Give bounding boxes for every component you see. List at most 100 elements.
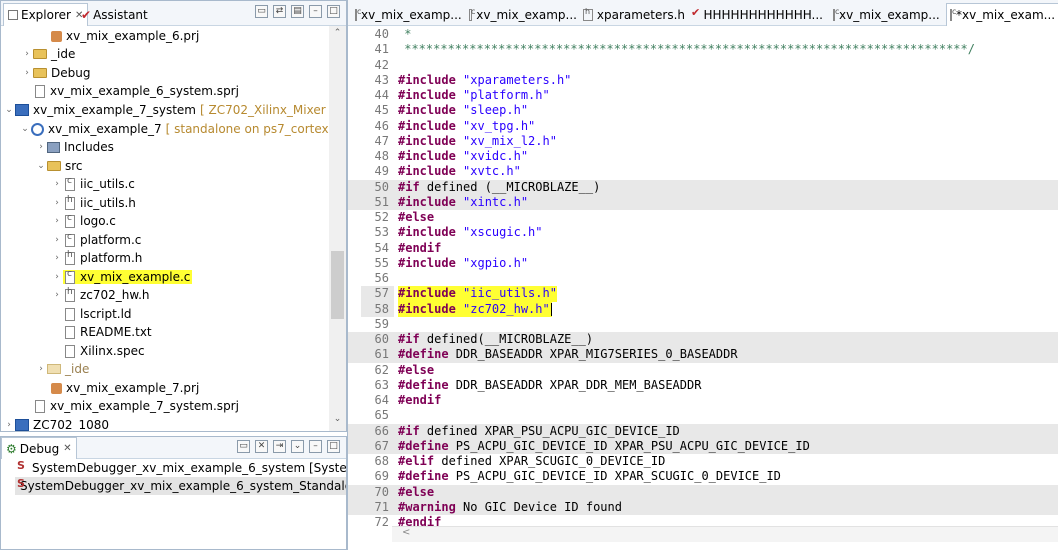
code-line[interactable]: 54 #endif bbox=[348, 241, 1058, 256]
tab-assistant[interactable]: ✔ Assistant bbox=[77, 3, 152, 26]
expand-arrow-icon[interactable]: › bbox=[51, 179, 63, 189]
code-line[interactable]: 57 #include "iic_utils.h" bbox=[348, 286, 1058, 302]
code-line[interactable]: 51 #include "xintc.h" bbox=[348, 194, 1058, 210]
tree-item[interactable]: › platform.c bbox=[51, 231, 141, 249]
code-line[interactable]: 46 #include "xv_tpg.h" bbox=[348, 119, 1058, 134]
code-line[interactable]: 56 bbox=[348, 271, 1058, 286]
tree-item[interactable]: README.txt bbox=[51, 323, 152, 341]
minimize-icon[interactable]: – bbox=[309, 5, 322, 18]
code-line[interactable]: 49 #include "xvtc.h" bbox=[348, 164, 1058, 179]
code-line[interactable]: 64 #endif bbox=[348, 393, 1058, 408]
tree-item[interactable]: › logo.c bbox=[51, 212, 116, 230]
expand-arrow-icon[interactable]: › bbox=[21, 68, 33, 78]
code-line[interactable]: 50 #if defined (__MICROBLAZE__) bbox=[348, 179, 1058, 195]
code-line[interactable]: 48 #include "xvidc.h" bbox=[348, 149, 1058, 164]
expand-arrow-icon[interactable]: › bbox=[51, 235, 63, 245]
code-line[interactable]: 43 #include "xparameters.h" bbox=[348, 73, 1058, 88]
code-line[interactable]: 58 #include "zc702_hw.h" bbox=[348, 301, 1058, 317]
code-line[interactable]: 53 #include "xscugic.h" bbox=[348, 225, 1058, 240]
tree-item[interactable]: › _ide bbox=[21, 45, 75, 63]
scroll-up-icon[interactable]: ⌃ bbox=[329, 28, 346, 42]
tree-item[interactable]: ⌄ xv_mix_example_7 [ standalone on ps7_c… bbox=[19, 120, 329, 138]
editor-tab[interactable]: xv_mix_examp... bbox=[352, 3, 462, 26]
tree-item[interactable]: › zc702_hw.h bbox=[51, 286, 149, 304]
code-line[interactable]: 42 bbox=[348, 58, 1058, 73]
code-line[interactable]: 52 #else bbox=[348, 210, 1058, 225]
close-icon[interactable]: ✕ bbox=[63, 443, 71, 454]
code-line[interactable]: 70 #else bbox=[348, 484, 1058, 500]
code-line[interactable]: 69 #define PS_ACPU_GIC_DEVICE_ID XPAR_SCU… bbox=[348, 469, 1058, 484]
code-line[interactable]: 71 #warning No GIC Device ID found bbox=[348, 499, 1058, 515]
step-icon[interactable]: ⇥ bbox=[273, 440, 286, 453]
link-with-editor-icon[interactable]: ⇄ bbox=[273, 5, 286, 18]
expand-arrow-icon[interactable]: › bbox=[51, 216, 63, 226]
expand-arrow-icon[interactable]: › bbox=[35, 364, 47, 374]
tab-explorer[interactable]: Explorer ✕ bbox=[3, 3, 89, 26]
debug-session-item[interactable]: SystemDebugger_xv_mix_example_6_system [… bbox=[17, 459, 346, 477]
expand-arrow-icon[interactable]: › bbox=[51, 253, 63, 263]
expand-arrow-icon[interactable]: › bbox=[3, 420, 15, 430]
maximize-icon[interactable]: □ bbox=[327, 440, 340, 453]
collapse-all-icon[interactable]: ▭ bbox=[255, 5, 268, 18]
collapse-all-icon[interactable]: ▭ bbox=[237, 440, 250, 453]
tree-item-selected[interactable]: › xv_mix_example.c bbox=[51, 268, 193, 286]
expand-arrow-icon[interactable]: › bbox=[21, 49, 33, 59]
remove-terminated-icon[interactable]: ✕ bbox=[255, 440, 268, 453]
explorer-vertical-scrollbar[interactable]: ⌃ ⌄ bbox=[329, 26, 346, 431]
view-menu-icon[interactable]: ⌄ bbox=[291, 440, 304, 453]
line-number: 52 bbox=[374, 210, 389, 224]
code-line[interactable]: 60 #if defined(__MICROBLAZE__) bbox=[348, 332, 1058, 348]
expand-arrow-icon[interactable]: › bbox=[51, 198, 63, 208]
expand-arrow-icon[interactable]: › bbox=[51, 272, 63, 282]
tab-debug[interactable]: ⚙ Debug ✕ bbox=[1, 437, 77, 459]
scrollbar-thumb[interactable] bbox=[331, 251, 344, 319]
tree-item[interactable]: › ZC702_1080 bbox=[3, 416, 109, 431]
tree-item[interactable]: Xilinx.spec bbox=[51, 342, 145, 360]
code-line[interactable]: 65 bbox=[348, 408, 1058, 423]
expand-arrow-icon[interactable]: ⌄ bbox=[3, 105, 15, 115]
code-line[interactable]: 67 #define PS_ACPU_GIC_DEVICE_ID XPAR_PSU… bbox=[348, 438, 1058, 454]
tree-item[interactable]: ⌄ src bbox=[35, 157, 82, 175]
tree-item[interactable]: › Debug bbox=[21, 64, 90, 82]
expand-arrow-icon[interactable]: ⌄ bbox=[35, 161, 47, 171]
expand-arrow-icon[interactable]: › bbox=[35, 142, 47, 152]
tree-item[interactable]: › Includes bbox=[35, 138, 114, 156]
scroll-down-icon[interactable]: ⌄ bbox=[329, 414, 346, 428]
debug-session-item-selected[interactable]: SystemDebugger_xv_mix_example_6_system_S… bbox=[15, 477, 346, 495]
editor-tab[interactable]: xparameters.h bbox=[580, 3, 688, 26]
tree-item[interactable]: › iic_utils.c bbox=[51, 175, 135, 193]
code-line[interactable]: 47 #include "xv_mix_l2.h" bbox=[348, 134, 1058, 149]
tree-item[interactable]: ⌄ xv_mix_example_7_system [ ZC702_Xilinx… bbox=[3, 101, 329, 119]
code-line[interactable]: 68 #elif defined XPAR_SCUGIC_0_DEVICE_ID bbox=[348, 454, 1058, 469]
code-line[interactable]: 59 bbox=[348, 317, 1058, 332]
filter-icon[interactable]: ▤ bbox=[291, 5, 304, 18]
code-line[interactable]: 41 *************************************… bbox=[348, 42, 1058, 57]
editor-tab-active[interactable]: *xv_mix_exam... bbox=[946, 3, 1058, 26]
tree-item[interactable]: xv_mix_example_6.prj bbox=[39, 27, 199, 45]
minimize-icon[interactable]: – bbox=[309, 440, 322, 453]
code-line[interactable]: 66 #if defined XPAR_PSU_ACPU_GIC_DEVICE_I… bbox=[348, 423, 1058, 439]
code-line[interactable]: 40 * bbox=[348, 27, 1058, 42]
tree-item[interactable]: › iic_utils.h bbox=[51, 194, 136, 212]
tree-item[interactable]: › platform.h bbox=[51, 249, 142, 267]
tree-item[interactable]: › _ide bbox=[35, 360, 89, 378]
expand-arrow-icon[interactable]: › bbox=[51, 290, 63, 300]
code-line[interactable]: 62 #else bbox=[348, 363, 1058, 378]
tree-item[interactable]: xv_mix_example_6_system.sprj bbox=[21, 82, 239, 100]
code-line[interactable]: 63 #define DDR_BASEADDR XPAR_DDR_MEM_BASE… bbox=[348, 378, 1058, 393]
code-area[interactable]: 40 * 41 *********************************… bbox=[348, 26, 1058, 529]
editor-horizontal-scrollbar[interactable]: < bbox=[392, 526, 1058, 542]
scroll-left-icon[interactable]: < bbox=[402, 527, 410, 538]
code-line[interactable]: 45 #include "sleep.h" bbox=[348, 103, 1058, 118]
editor-tab[interactable]: HHHHHHHHHHHH... bbox=[688, 3, 826, 26]
code-line[interactable]: 44 #include "platform.h" bbox=[348, 88, 1058, 103]
tree-item[interactable]: xv_mix_example_7_system.sprj bbox=[21, 397, 239, 415]
tree-item[interactable]: lscript.ld bbox=[51, 305, 132, 323]
code-line[interactable]: 61 #define DDR_BASEADDR XPAR_MIG7SERIES_0… bbox=[348, 347, 1058, 363]
expand-arrow-icon[interactable]: ⌄ bbox=[19, 124, 31, 134]
maximize-icon[interactable]: □ bbox=[327, 5, 340, 18]
editor-tab[interactable]: xv_mix_examp... bbox=[466, 3, 580, 26]
editor-tab[interactable]: xv_mix_examp... bbox=[830, 3, 942, 26]
tree-item[interactable]: xv_mix_example_7.prj bbox=[39, 379, 199, 397]
code-line[interactable]: 55 #include "xgpio.h" bbox=[348, 256, 1058, 271]
